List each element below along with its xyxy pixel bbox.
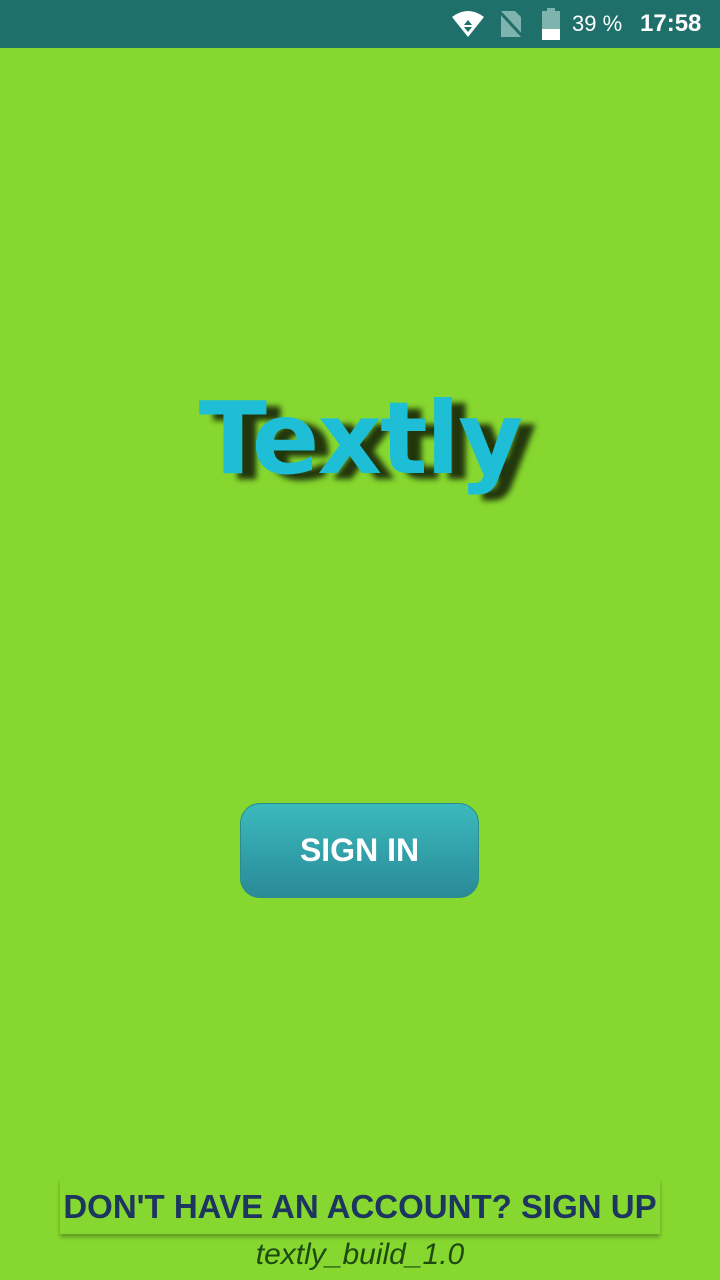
wifi-icon <box>450 0 486 48</box>
build-version: textly_build_1.0 <box>255 1238 465 1271</box>
status-bar: 39 % 17:58 <box>0 0 720 48</box>
clock: 17:58 <box>640 10 702 37</box>
sign-in-button[interactable]: SIGN IN <box>240 803 479 898</box>
battery-icon <box>540 0 562 48</box>
battery-percent: 39 % <box>572 11 623 36</box>
app-logo: Textly <box>198 380 524 497</box>
no-sim-icon <box>498 0 524 48</box>
sign-up-button[interactable]: DON'T HAVE AN ACCOUNT? SIGN UP <box>60 1180 660 1234</box>
